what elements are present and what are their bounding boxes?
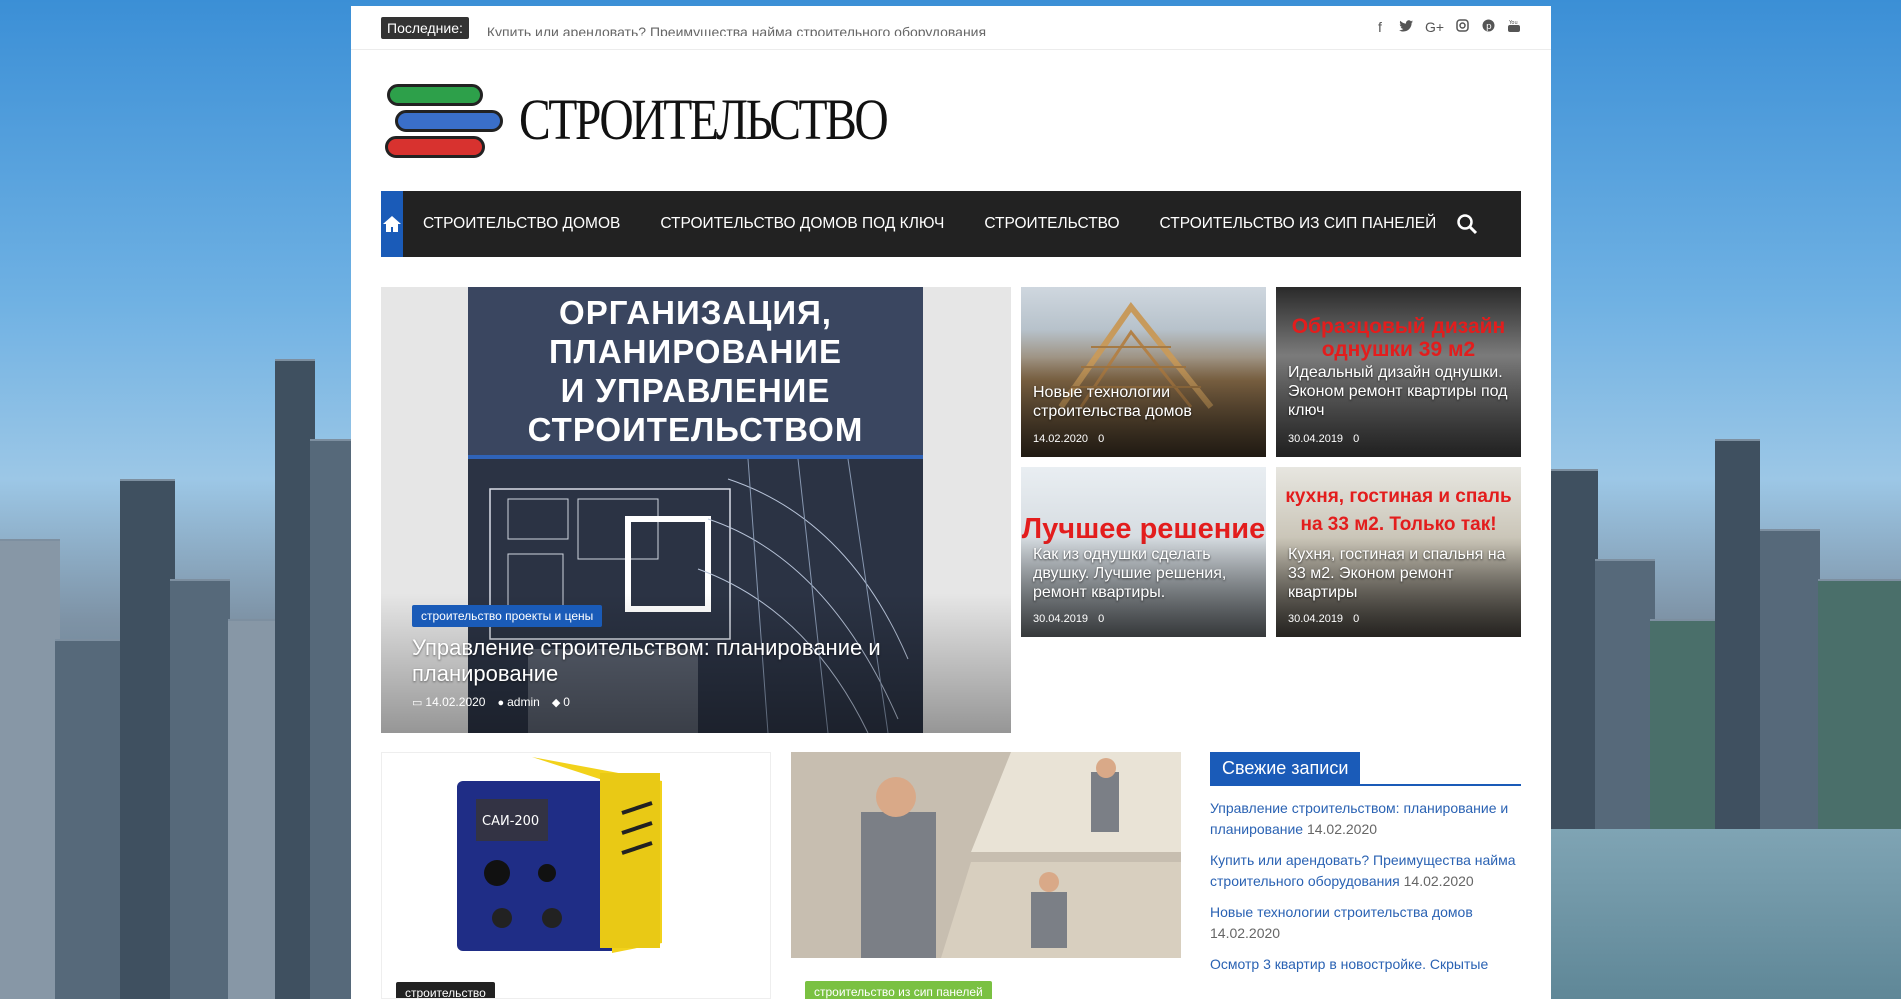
featured-tile[interactable]: Образцовый дизайн однушки 39 м2 Идеальны…: [1276, 287, 1521, 457]
page-container: Последние: Купить или арендовать? Преиму…: [351, 6, 1551, 999]
recent-post-link[interactable]: Осмотр 3 квартир в новостройке. Скрытые: [1210, 956, 1488, 972]
post-card[interactable]: САИ-200 строительство: [381, 752, 771, 999]
nav-item-construction[interactable]: СТРОИТЕЛЬСТВО: [984, 215, 1119, 233]
featured-post-main[interactable]: ОРГАНИЗАЦИЯ, ПЛАНИРОВАНИЕ И УПРАВЛЕНИЕ С…: [381, 287, 1011, 733]
latest-news-ticker[interactable]: Купить или арендовать? Преимущества найм…: [487, 20, 986, 36]
featured-category-tag[interactable]: строительство проекты и цены: [412, 605, 603, 627]
tile-banner: Образцовый дизайн однушки 39 м2: [1291, 315, 1506, 361]
google-plus-icon[interactable]: G+: [1425, 19, 1444, 36]
recent-post-item: Управление строительством: планирование …: [1210, 798, 1521, 840]
nav-item-house-construction[interactable]: СТРОИТЕЛЬСТВО ДОМОВ: [423, 215, 620, 233]
search-icon[interactable]: [1456, 213, 1478, 235]
featured-tile[interactable]: Лучшее решение Как из однушки сделать дв…: [1021, 467, 1266, 637]
pinterest-icon[interactable]: p: [1481, 19, 1495, 36]
cover-title: ОРГАНИЗАЦИЯ, ПЛАНИРОВАНИЕ И УПРАВЛЕНИЕ С…: [468, 287, 923, 455]
tile-title[interactable]: Новые технологии строительства домов: [1033, 383, 1260, 421]
nav-home-button[interactable]: [381, 191, 403, 257]
latest-label: Последние:: [381, 16, 469, 39]
post-card-image: [791, 752, 1181, 958]
tile-meta: 14.02.2020 0: [1033, 433, 1105, 445]
featured-tile[interactable]: Новые технологии строительства домов 14.…: [1021, 287, 1266, 457]
recent-post-date: 14.02.2020: [1306, 821, 1378, 837]
recent-post-item: Осмотр 3 квартир в новостройке. Скрытые: [1210, 954, 1521, 975]
post-category-tag[interactable]: строительство из сип панелей: [805, 981, 992, 999]
tile-banner: кухня, гостиная и спаль на 33 м2. Только…: [1285, 486, 1512, 535]
tile-meta: 30.04.2019 0: [1288, 433, 1360, 445]
youtube-icon[interactable]: You: [1507, 19, 1521, 36]
tile-title[interactable]: Кухня, гостиная и спальня на 33 м2. Экон…: [1288, 545, 1515, 602]
nav-item-sip-panels[interactable]: СТРОИТЕЛЬСТВО ИЗ СИП ПАНЕЛЕЙ: [1160, 215, 1437, 233]
tile-title[interactable]: Идеальный дизайн однушки. Эконом ремонт …: [1288, 363, 1515, 420]
recent-post-date: 14.02.2020: [1210, 925, 1281, 941]
random-post-icon[interactable]: [1522, 213, 1544, 233]
tile-title[interactable]: Как из однушки сделать двушку. Лучшие ре…: [1033, 545, 1260, 602]
svg-text:p: p: [1486, 22, 1492, 32]
logo-books-icon[interactable]: [381, 80, 505, 164]
top-bar: Последние: Купить или арендовать? Преиму…: [351, 6, 1551, 50]
social-links: f G+ p You: [1373, 19, 1521, 36]
tile-meta: 30.04.2019 0: [1033, 613, 1105, 625]
facebook-icon[interactable]: f: [1373, 19, 1387, 36]
featured-post-title[interactable]: Управление строительством: планирование …: [412, 635, 991, 687]
sidebar-recent-posts: Свежие записи Управление строительством:…: [1210, 752, 1521, 975]
svg-text:You: You: [1508, 20, 1518, 26]
site-header: СТРОИТЕЛЬСТВО: [351, 50, 1551, 196]
twitter-icon[interactable]: [1399, 19, 1413, 36]
home-icon: [383, 216, 401, 232]
svg-text:САИ-200: САИ-200: [482, 814, 539, 829]
comment-icon: ◆: [551, 697, 561, 709]
recent-post-item: Купить или арендовать? Преимущества найм…: [1210, 850, 1521, 892]
featured-post-meta: ▭ 14.02.2020 ● admin ◆ 0: [412, 695, 570, 709]
main-navigation: СТРОИТЕЛЬСТВО ДОМОВ СТРОИТЕЛЬСТВО ДОМОВ …: [381, 191, 1544, 257]
post-card-image: САИ-200: [382, 753, 770, 959]
post-card[interactable]: строительство из сип панелей: [791, 752, 1181, 999]
site-logo-text[interactable]: СТРОИТЕЛЬСТВО: [519, 86, 889, 153]
widget-title: Свежие записи: [1210, 752, 1361, 786]
recent-post-date: 14.02.2020: [1403, 873, 1474, 889]
recent-post-item: Новые технологии строительства домов 14.…: [1210, 902, 1521, 944]
post-category-tag[interactable]: строительство: [396, 982, 495, 998]
nav-item-turnkey-houses[interactable]: СТРОИТЕЛЬСТВО ДОМОВ ПОД КЛЮЧ: [660, 215, 944, 233]
tile-meta: 30.04.2019 0: [1288, 613, 1360, 625]
user-icon: ●: [497, 697, 505, 709]
featured-tile[interactable]: кухня, гостиная и спаль на 33 м2. Только…: [1276, 467, 1521, 637]
instagram-icon[interactable]: [1455, 19, 1469, 36]
calendar-icon: ▭: [412, 697, 423, 709]
recent-post-link[interactable]: Новые технологии строительства домов: [1210, 904, 1473, 920]
